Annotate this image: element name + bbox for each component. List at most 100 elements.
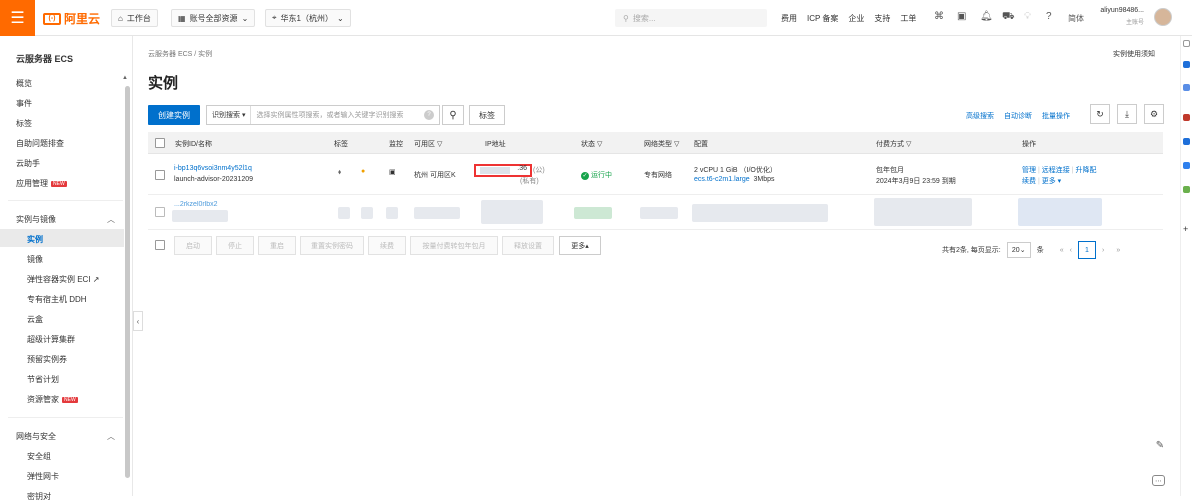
page-number-current[interactable]: 1	[1077, 241, 1096, 259]
app-icon[interactable]	[1183, 186, 1190, 193]
sidebar-item-ddh[interactable]: 专有宿主机 DDH	[27, 294, 87, 305]
filter-type-select[interactable]: 识别搜索 ▾	[207, 106, 252, 124]
select-all-checkbox[interactable]	[155, 138, 165, 148]
sidebar-item-cloud-assistant[interactable]: 云助手	[16, 158, 40, 169]
cloud-assistant-icon[interactable]: ●	[361, 168, 365, 175]
restart-button[interactable]: 重启	[258, 236, 296, 255]
sidebar-item-reserved-instances[interactable]: 预留实例券	[27, 354, 67, 365]
row-checkbox[interactable]	[155, 170, 165, 180]
sidebar-group-network[interactable]: 网络与安全	[16, 431, 56, 442]
row-checkbox[interactable]	[155, 207, 165, 217]
convert-billing-button[interactable]: 按量付费转包年包月	[410, 236, 498, 255]
batch-operation-link[interactable]: 批量操作	[1042, 111, 1070, 121]
column-header-network[interactable]: 网络类型 ▽	[644, 139, 679, 149]
column-header-status[interactable]: 状态 ▽	[581, 139, 602, 149]
sidebar-group-instances[interactable]: 实例与镜像	[16, 214, 56, 225]
create-instance-button[interactable]: 创建实例	[148, 105, 200, 125]
sidebar-item-app-management[interactable]: 应用管理 NEW	[16, 178, 67, 189]
export-button[interactable]: ⤓	[1117, 104, 1137, 124]
tag-icon[interactable]: ⬧	[338, 169, 341, 177]
sidebar-item-key-pairs[interactable]: 密钥对	[27, 491, 51, 502]
workbench-button[interactable]: ⌂ 工作台	[111, 9, 158, 27]
upgrade-link[interactable]: 升降配	[1075, 167, 1096, 174]
cloud-shell-icon[interactable]: ⌘	[934, 11, 944, 22]
renew-button[interactable]: 续费	[368, 236, 406, 255]
plus-icon[interactable]: +	[1183, 225, 1190, 234]
toggle-icon[interactable]	[1183, 40, 1190, 47]
terminal-icon[interactable]: ▣	[957, 11, 966, 22]
sidebar-item-savings-plan[interactable]: 节省计划	[27, 374, 59, 385]
language-switch[interactable]: 简体	[1068, 13, 1084, 24]
sidebar-item-scc[interactable]: 超级计算集群	[27, 334, 75, 345]
sidebar-item-overview[interactable]: 概览	[16, 78, 32, 89]
region-select[interactable]: ⌖ 华东1（杭州） ⌄	[265, 9, 351, 27]
app-icon[interactable]	[1183, 114, 1190, 121]
tag-filter-button[interactable]: 标签	[469, 105, 505, 125]
select-all-checkbox[interactable]	[155, 240, 165, 250]
chat-icon[interactable]: ⋯	[1152, 475, 1165, 486]
sidebar-item-events[interactable]: 事件	[16, 98, 32, 109]
column-header-billing[interactable]: 付费方式 ▽	[876, 139, 911, 149]
settings-button[interactable]: ⚙	[1144, 104, 1164, 124]
next-page-icon[interactable]: ›	[1102, 247, 1104, 254]
last-page-icon[interactable]: »	[1116, 247, 1120, 254]
app-icon[interactable]	[1183, 84, 1190, 91]
resource-group-select[interactable]: ▦ 账号全部资源 ⌄	[171, 9, 256, 27]
refresh-button[interactable]: ↻	[1090, 104, 1110, 124]
top-link-icp[interactable]: ICP 备案	[807, 13, 838, 24]
sidebar-item-eci[interactable]: 弹性容器实例 ECI ↗	[27, 274, 100, 285]
instance-id-link[interactable]: ...2rkzel0rlbx2	[174, 201, 218, 208]
first-page-icon[interactable]: «	[1060, 247, 1064, 254]
more-actions-link[interactable]: 更多	[1042, 178, 1056, 185]
chevron-up-icon[interactable]: ︿	[107, 431, 115, 442]
app-icon[interactable]	[1183, 138, 1190, 145]
avatar[interactable]	[1154, 8, 1172, 26]
instance-type-link[interactable]: ecs.t6-c2m1.large	[694, 176, 750, 183]
sidebar-item-images[interactable]: 镜像	[27, 254, 43, 265]
help-icon[interactable]: ?	[1046, 11, 1052, 22]
lightbulb-icon[interactable]: 💡︎	[1024, 11, 1031, 22]
sidebar-scrollbar[interactable]	[125, 86, 130, 478]
help-icon[interactable]: ?	[424, 110, 434, 120]
start-button[interactable]: 启动	[174, 236, 212, 255]
advanced-search-link[interactable]: 高级搜索	[966, 111, 994, 121]
global-search-input[interactable]: ⚲ 搜索...	[615, 9, 767, 27]
auto-diagnose-link[interactable]: 自动诊断	[1004, 111, 1032, 121]
instance-search-input[interactable]: 识别搜索 ▾ 选择实例属性项搜索，或者输入关键字识别搜索 ?	[206, 105, 440, 125]
prev-page-icon[interactable]: ‹	[1070, 247, 1072, 254]
remote-connect-link[interactable]: 远程连接	[1042, 167, 1070, 174]
monitor-icon[interactable]: ▣	[389, 168, 396, 176]
release-settings-button[interactable]: 释放设置	[502, 236, 554, 255]
app-icon[interactable]	[1183, 61, 1190, 68]
bell-icon[interactable]: 🔔︎	[980, 11, 993, 22]
sidebar-item-eni[interactable]: 弹性网卡	[27, 471, 59, 482]
top-link-enterprise[interactable]: 企业	[848, 13, 864, 24]
sidebar-item-security-groups[interactable]: 安全组	[27, 451, 51, 462]
sidebar-item-troubleshoot[interactable]: 自助问题排查	[16, 138, 64, 149]
top-link-support[interactable]: 支持	[874, 13, 890, 24]
hamburger-menu-icon[interactable]: ☰	[0, 0, 35, 36]
sidebar-item-resource-butler[interactable]: 资源管家 NEW	[27, 394, 78, 405]
user-info[interactable]: aliyun98486... 主账号	[1096, 7, 1144, 26]
aliyun-logo[interactable]: (-) 阿里云	[43, 10, 100, 27]
sidebar-item-tags[interactable]: 标签	[16, 118, 32, 129]
search-button[interactable]: ⚲	[442, 105, 464, 125]
chevron-up-icon[interactable]: ︿	[107, 214, 115, 225]
sidebar-collapse-button[interactable]: ‹	[133, 311, 143, 331]
stop-button[interactable]: 停止	[216, 236, 254, 255]
instance-id-link[interactable]: i-bp13q6vsoi3nm4y52l1q	[174, 165, 252, 172]
column-header-zone[interactable]: 可用区 ▽	[414, 139, 442, 149]
page-size-select[interactable]: 20 ⌄	[1006, 242, 1031, 258]
reset-password-button[interactable]: 重置实例密码	[300, 236, 364, 255]
scroll-up-icon[interactable]: ▲	[122, 75, 128, 81]
top-link-ticket[interactable]: 工单	[900, 13, 916, 24]
manage-link[interactable]: 管理	[1022, 167, 1036, 174]
sidebar-item-cloud-box[interactable]: 云盒	[27, 314, 43, 325]
instance-notice-link[interactable]: 实例使用须知	[1113, 49, 1155, 59]
sidebar-item-instances[interactable]: 实例	[27, 234, 43, 245]
cart-icon[interactable]: ⛟	[1002, 11, 1015, 24]
edit-icon[interactable]: ✎	[1152, 437, 1168, 453]
renew-link[interactable]: 续费	[1022, 178, 1036, 185]
top-link-billing[interactable]: 费用	[781, 13, 797, 24]
more-button[interactable]: 更多 ▴	[559, 236, 601, 255]
